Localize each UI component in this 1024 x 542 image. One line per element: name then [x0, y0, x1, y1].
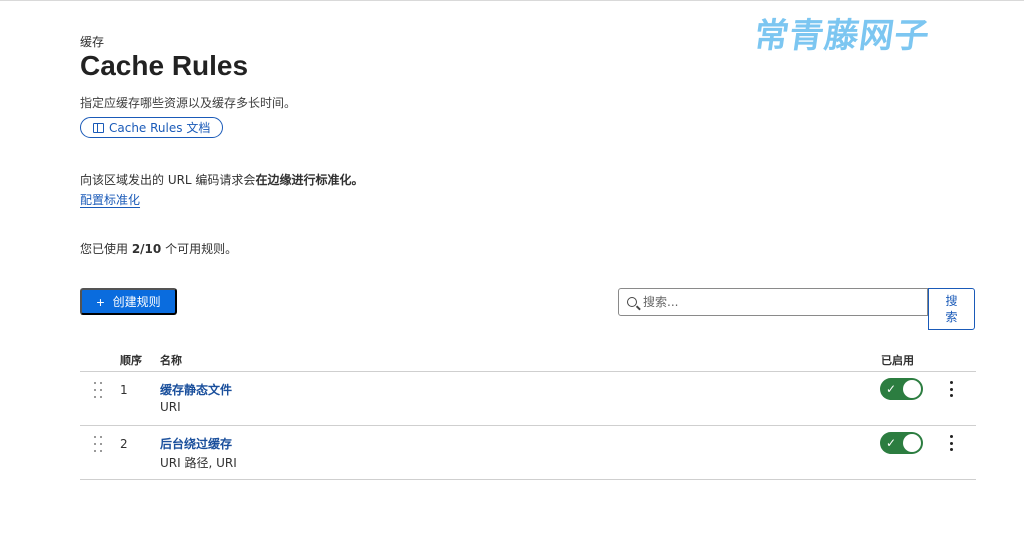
table-row: 1 缓存静态文件 URI ✓	[80, 372, 976, 426]
rules-table: 顺序 名称 已启用 1 缓存静态文件 URI ✓ 2 后台绕过缓存 URI 路径…	[80, 344, 976, 480]
rules-usage: 您已使用 2/10 个可用规则。	[80, 240, 237, 257]
plus-icon: +	[96, 293, 105, 310]
create-rule-label: 创建规则	[112, 295, 161, 309]
search-icon	[627, 297, 637, 307]
create-rule-button[interactable]: + 创建规则	[80, 288, 177, 315]
page-description: 指定应缓存哪些资源以及缓存多长时间。	[80, 96, 297, 110]
watermark: 常青藤网子	[751, 16, 933, 56]
column-header-order: 顺序	[120, 354, 142, 367]
more-options-icon[interactable]	[946, 434, 956, 452]
table-header: 顺序 名称 已启用	[80, 344, 976, 372]
column-header-name: 名称	[160, 354, 182, 367]
search-input[interactable]	[643, 295, 903, 309]
usage-count: 2/10	[131, 242, 162, 256]
normalization-text-bold: 在边缘进行标准化。	[255, 173, 364, 187]
search-box[interactable]	[618, 288, 928, 316]
cache-rules-docs-button[interactable]: Cache Rules 文档	[80, 117, 224, 138]
drag-handle-icon[interactable]	[94, 436, 102, 453]
check-icon: ✓	[886, 436, 897, 450]
drag-handle-icon[interactable]	[94, 382, 102, 399]
rule-name-link[interactable]: 后台绕过缓存	[160, 435, 232, 452]
table-row: 2 后台绕过缓存 URI 路径, URI ✓	[80, 426, 976, 480]
rule-name-link[interactable]: 缓存静态文件	[160, 381, 232, 398]
breadcrumb[interactable]: 缓存	[80, 33, 104, 50]
rule-enabled-toggle[interactable]: ✓	[880, 432, 923, 454]
docs-button-label: Cache Rules 文档	[109, 121, 211, 135]
normalization-text-prefix: 向该区域发出的 URL 编码请求会	[80, 173, 256, 187]
column-header-enabled: 已启用	[881, 354, 914, 367]
configure-normalization-link[interactable]: 配置标准化	[80, 191, 140, 208]
top-divider	[0, 0, 1024, 1]
rule-fields: URI	[160, 400, 181, 414]
search-button[interactable]: 搜 索	[928, 288, 975, 330]
normalization-text: 向该区域发出的 URL 编码请求会在边缘进行标准化。	[80, 171, 363, 188]
book-icon	[93, 122, 104, 133]
rule-fields: URI 路径, URI	[160, 456, 237, 470]
rule-order: 2	[120, 437, 128, 451]
more-options-icon[interactable]	[946, 380, 956, 398]
usage-prefix: 您已使用	[80, 242, 132, 256]
rule-order: 1	[120, 383, 128, 397]
check-icon: ✓	[886, 382, 897, 396]
toggle-knob	[903, 380, 921, 398]
usage-suffix: 个可用规则。	[161, 242, 238, 256]
page-title: Cache Rules	[80, 50, 249, 81]
rule-enabled-toggle[interactable]: ✓	[880, 378, 923, 400]
toggle-knob	[903, 434, 921, 452]
